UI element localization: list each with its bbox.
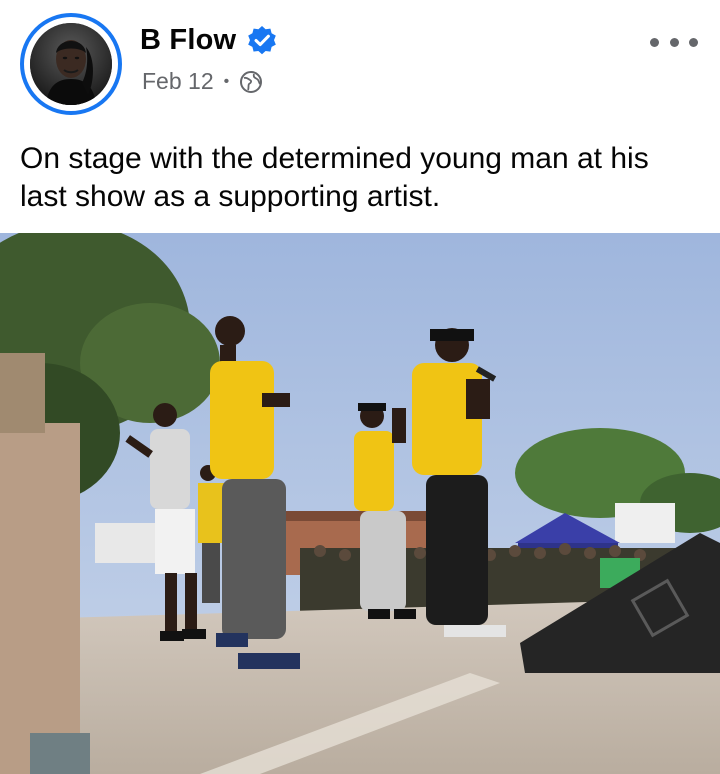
more-dot	[689, 37, 698, 47]
more-dot	[650, 37, 659, 47]
more-options-icon[interactable]	[650, 30, 698, 54]
post-meta: Feb 12 •	[142, 68, 263, 95]
avatar-photo	[30, 23, 112, 105]
verified-badge-icon	[246, 25, 278, 57]
globe-icon	[239, 70, 263, 94]
author-row: B Flow	[140, 24, 278, 57]
author-name[interactable]: B Flow	[140, 24, 236, 57]
post-caption: On stage with the determined young man a…	[20, 142, 649, 213]
stage-photo-illustration	[0, 233, 720, 774]
avatar[interactable]	[30, 23, 112, 105]
profile-avatar-ring[interactable]	[20, 13, 122, 115]
more-dot	[669, 37, 679, 47]
post-photo[interactable]	[0, 233, 720, 774]
post-header: B Flow Feb 12 •	[0, 0, 720, 130]
post-date[interactable]: Feb 12	[142, 68, 214, 95]
meta-separator: •	[223, 72, 230, 90]
